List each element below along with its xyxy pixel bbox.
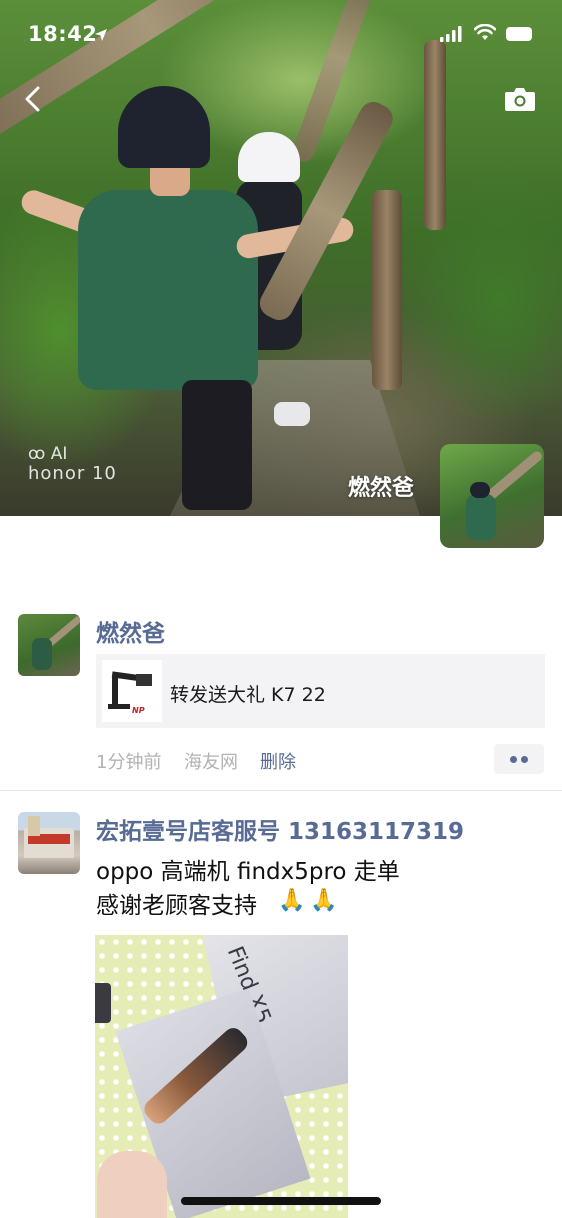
status-time: 18:42 [28, 22, 98, 46]
thumb-lamp-head [136, 674, 152, 686]
cellular-signal-icon [440, 26, 462, 42]
post-author-name[interactable]: 燃然爸 [96, 614, 165, 648]
post-timestamp: 1分钟前 [96, 752, 162, 773]
more-dot-icon [510, 756, 517, 763]
avatar-photo-tower [28, 816, 40, 836]
link-thumbnail: NP [102, 660, 162, 722]
home-indicator[interactable] [181, 1197, 381, 1205]
more-actions-button[interactable] [494, 744, 544, 774]
camera-watermark: ꝏ AI honor 10 [28, 444, 117, 484]
avatar-photo-figure [32, 638, 52, 670]
thumb-lamp-base [108, 704, 130, 709]
cover-girl-shoe [274, 402, 310, 426]
camera-icon[interactable] [504, 86, 536, 112]
cover-boy-pants [182, 380, 252, 510]
watermark-device-label: honor 10 [28, 463, 117, 484]
praying-hands-emoji: 🙏 [278, 888, 306, 913]
wifi-icon [474, 24, 496, 40]
cover-bridge-post [372, 190, 402, 390]
location-arrow-icon [95, 29, 107, 41]
post-image[interactable]: Find X5 [95, 935, 348, 1218]
cover-boy-shirt [78, 190, 258, 390]
post-text-line: 感谢老顾客支持 [96, 893, 257, 919]
battery-icon [506, 27, 532, 41]
post-source[interactable]: 海友网 [184, 748, 238, 774]
link-title: 转发送大礼 K7 22 [170, 684, 326, 706]
photo-hand [97, 1151, 167, 1218]
cover-girl-hat [238, 132, 300, 182]
cover-photo[interactable]: 18:42 ꝏ AI honor 10 燃然爸 [0, 0, 562, 516]
cover-bridge-post [424, 40, 446, 230]
profile-avatar[interactable] [440, 444, 544, 548]
avatar-photo-cap [470, 482, 490, 498]
post-author-name[interactable]: 宏拓壹号店客服号 13163117319 [96, 812, 464, 846]
thumb-brand-logo: NP [132, 706, 145, 715]
watermark-ai-label: ꝏ AI [28, 444, 68, 464]
delete-button[interactable]: 删除 [260, 748, 296, 774]
post-text-line: oppo 高端机 findx5pro 走单 [96, 859, 400, 885]
cover-boy-cap [118, 86, 210, 168]
profile-name: 燃然爸 [348, 476, 415, 501]
shared-link-card[interactable]: NP 转发送大礼 K7 22 [96, 654, 545, 728]
photo-dark-object [95, 983, 111, 1023]
chevron-left-icon[interactable] [22, 86, 44, 112]
avatar[interactable] [18, 812, 80, 874]
avatar-photo-figure [466, 494, 496, 540]
praying-hands-emoji: 🙏 [310, 888, 338, 913]
thumb-lamp-post [112, 676, 118, 706]
more-dot-icon [521, 756, 528, 763]
avatar[interactable] [18, 614, 80, 676]
post-divider [0, 790, 562, 791]
